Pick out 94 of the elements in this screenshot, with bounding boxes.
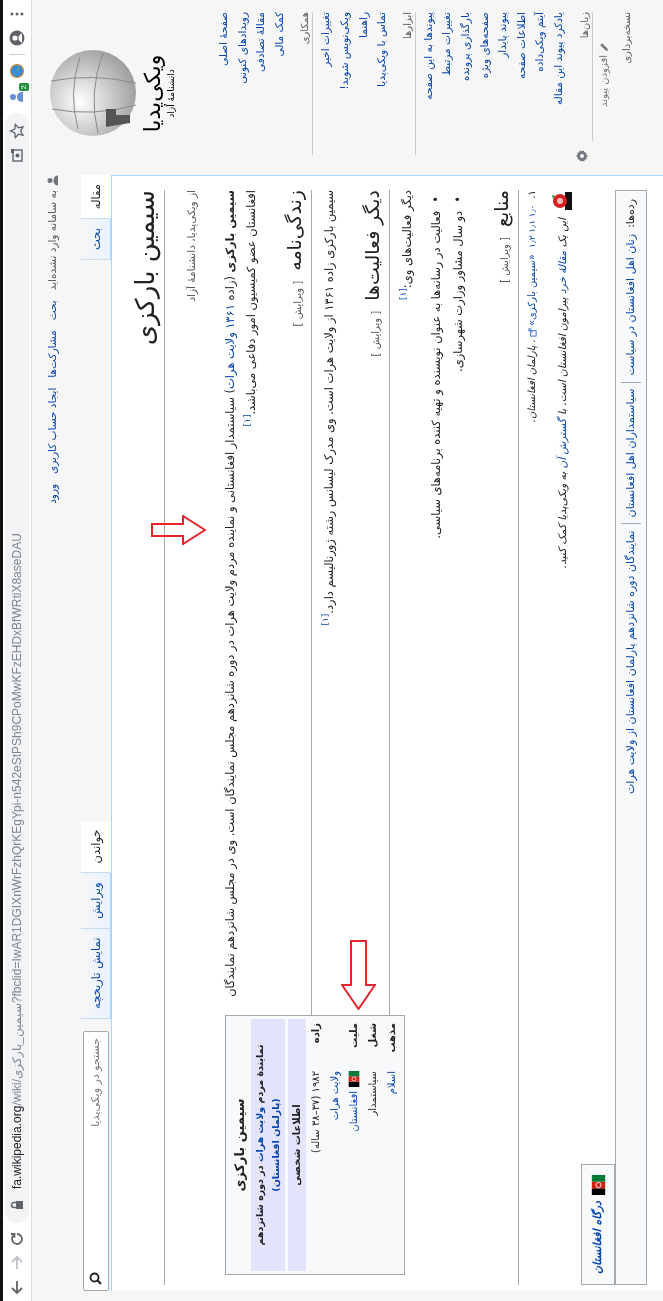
sidebar-link[interactable]: تغییرات اخیر: [316, 12, 335, 175]
portal-link[interactable]: درگاه افغانستان: [581, 1164, 615, 1285]
sidebar-link[interactable]: یادکرد پیوند این مقاله: [548, 12, 568, 175]
sidebar-link[interactable]: بارگذاری پرونده: [455, 12, 475, 175]
search-field[interactable]: جستجو در ویکی‌پدیا: [83, 1031, 109, 1291]
personal-link[interactable]: مشارکت‌ها: [46, 330, 58, 378]
extension-icon[interactable]: [8, 89, 24, 105]
edit-link[interactable]: [ ویرایش ]: [285, 280, 311, 327]
sidebar-link[interactable]: تماس با ویکی‌پدیا: [372, 12, 391, 175]
infobox-label: زاده: [309, 1023, 323, 1046]
sidebar-heading: ابزارها: [399, 12, 416, 155]
external-link-icon: [527, 328, 537, 338]
section-heading: زندگی‌نامه: [282, 190, 307, 271]
stub-notice: این یک مقالهٔ خرد پیرامون افغانستان است. با گسترش آن به ویکی‌پدیا کمک کنید.: [555, 218, 570, 569]
bullet-marker: •: [428, 196, 444, 203]
profile-icon[interactable]: [9, 30, 25, 46]
search-icon[interactable]: [89, 1272, 102, 1285]
article-link[interactable]: ولایت هرات: [223, 332, 237, 389]
globe-icon[interactable]: [9, 63, 25, 79]
tab[interactable]: خواندن: [81, 820, 111, 874]
arrow-annotation: [341, 940, 376, 1010]
article-link[interactable]: مقالهٔ خرد: [556, 250, 568, 295]
infobox-title: سیمین بارکزی: [231, 1097, 248, 1194]
page-subtitle: از ویکی‌پدیا، دانشنامهٔ آزاد: [184, 190, 199, 304]
sidebar-link[interactable]: کمک مالی: [269, 12, 289, 175]
sidebar-link[interactable]: تغییرات مرتبط: [437, 12, 456, 175]
tab[interactable]: ویرایش: [81, 873, 111, 929]
login-status: به سامانه وارد نشده‌اید: [46, 190, 58, 291]
image-icon[interactable]: [9, 147, 25, 163]
sidebar-link[interactable]: مقالهٔ تصادفی: [251, 12, 270, 175]
personal-link[interactable]: ایجاد حساب کاربری: [46, 387, 58, 474]
sidebar-heading: زبان‌ها: [576, 12, 593, 141]
sidebar-link[interactable]: آیتم ویکی‌داده: [530, 12, 549, 175]
edit-link[interactable]: [ ویرایش ]: [363, 310, 389, 357]
footnote-link[interactable]: [۱]: [320, 613, 331, 626]
category-link[interactable]: سیاستمداران اهل افغانستان: [621, 381, 641, 518]
flag-icon: [590, 1175, 606, 1195]
arrow-annotation: [151, 515, 206, 545]
infobox-label: ملیت: [347, 1023, 360, 1050]
infobox-link[interactable]: اسلام: [382, 1071, 401, 1095]
section-heading: دیگر فعالیت‌ها: [360, 190, 385, 301]
sidebar-link[interactable]: پیوندها به این صفحه: [418, 12, 438, 175]
infobox-value: ۱۹۸۲ (۳۷–۳۸ ساله): [309, 1071, 322, 1153]
article-link[interactable]: (پارلمان افغانستان): [270, 1098, 281, 1192]
emblem-icon: [551, 190, 573, 212]
article-link[interactable]: ولایت هرات: [254, 1106, 265, 1163]
article-link[interactable]: گسترش آن: [556, 418, 568, 469]
infobox-section-title: اطلاعات شخصی: [288, 1019, 306, 1271]
footnote-link[interactable]: [۱]: [242, 414, 253, 427]
list-item: فعالیت در رسانه‌ها به عنوان نویسنده و تهیه کننده برنامه‌های سیاسی.: [428, 210, 444, 539]
site-wordmark[interactable]: ویکی‌پدیا: [140, 54, 166, 133]
sidebar-link[interactable]: راهنما: [353, 12, 373, 175]
sidebar-link[interactable]: پیوند پایدار: [493, 12, 512, 175]
list-item: دو سال مشاور وزارت شهرسازی.: [450, 210, 466, 372]
site-tagline: دانشنامهٔ آزاد: [166, 69, 177, 118]
footnote-link[interactable]: [۱]: [398, 288, 409, 301]
infobox-link[interactable]: ولایت هرات: [325, 1071, 344, 1121]
sidebar-link[interactable]: صفحهٔ اصلی: [214, 12, 233, 175]
sidebar-link[interactable]: رویدادهای کنونی: [232, 12, 252, 175]
sidebar-link[interactable]: ویکی‌نویس شوید!: [334, 12, 354, 175]
category-link[interactable]: زنان اهل افغانستان در سیاست: [621, 233, 641, 376]
reference-number: ۱.: [525, 190, 538, 199]
back-icon[interactable]: [9, 1279, 25, 1295]
infobox-label: شغل: [366, 1023, 379, 1050]
star-icon[interactable]: [9, 123, 25, 139]
sidebar-heading[interactable]: نسخه‌برداری: [619, 12, 633, 175]
sidebar-link[interactable]: اطلاعات صفحه: [511, 12, 531, 175]
reference-text: «سیمین بارکزی» . پارلمان افغانستان.: [525, 254, 539, 423]
section-heading: منابع: [489, 190, 514, 228]
page-title: سیمین بارکزی: [128, 190, 165, 1285]
tab[interactable]: مقاله: [81, 175, 111, 220]
infobox-value: سیاستمدار: [366, 1071, 379, 1116]
user-icon: [46, 175, 58, 186]
personal-link[interactable]: ورود: [46, 483, 58, 504]
personal-link[interactable]: بحث: [46, 300, 58, 321]
pencil-icon: [598, 42, 609, 52]
backlink[interactable]: ۱٫۰ ۱٫۱ ۱٫۲: [523, 204, 541, 249]
category-link[interactable]: نمایندگان دوره شانزدهم پارلمان افغانستان از ولایت هرات: [621, 523, 641, 795]
link-text: افزودن پیوند: [596, 55, 611, 107]
infobox-link[interactable]: افغانستان: [344, 1091, 363, 1132]
reload-icon[interactable]: [9, 1231, 25, 1247]
bullet-marker: •: [450, 196, 466, 203]
tab[interactable]: بحث: [81, 219, 111, 261]
badge: 2: [19, 83, 29, 92]
sidebar-link[interactable]: صفحه‌های ویژه: [474, 12, 494, 175]
article-link[interactable]: «سیمین بارکزی»: [526, 254, 537, 327]
add-links-link[interactable]: افزودن پیوند: [595, 12, 612, 175]
edit-link[interactable]: [ ویرایش ]: [492, 237, 518, 283]
settings-icon[interactable]: [574, 149, 589, 163]
sidebar-heading: همکاری: [297, 12, 314, 155]
infobox-label: مذهب: [385, 1023, 398, 1055]
categories-label[interactable]: رده‌ها:: [621, 199, 641, 228]
article-link[interactable]: ۱۳۶۱: [223, 304, 237, 329]
tab[interactable]: نمایش تاریخچه: [81, 928, 111, 1019]
